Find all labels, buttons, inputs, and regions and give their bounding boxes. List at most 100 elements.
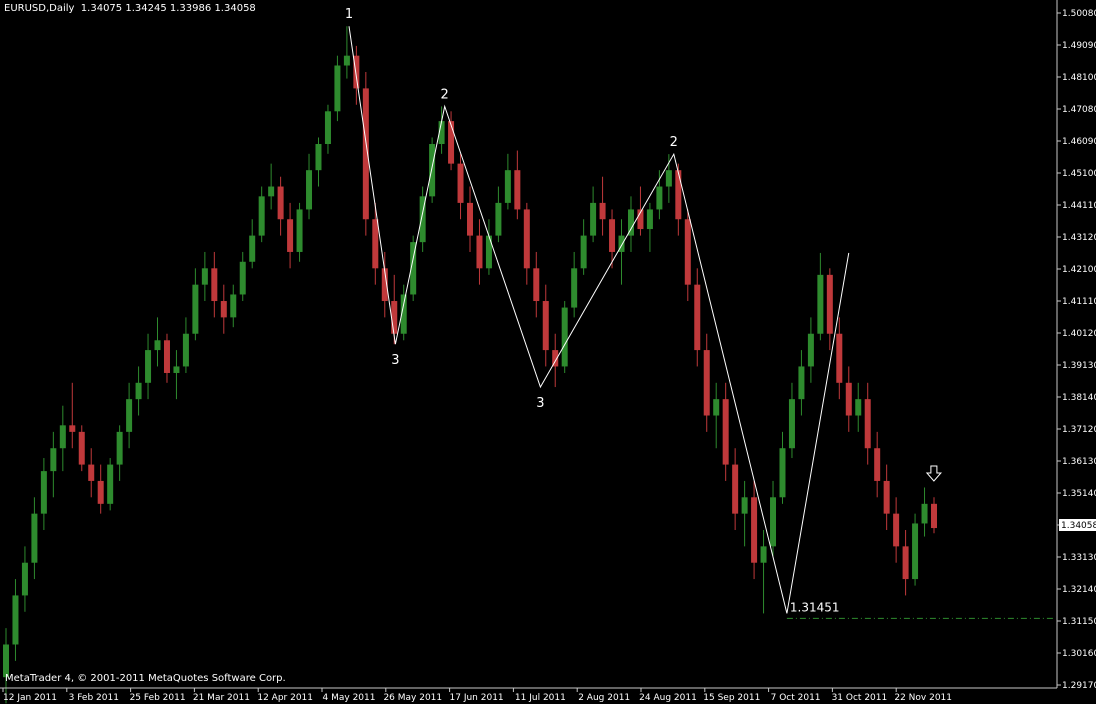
- candle-body: [533, 268, 540, 302]
- y-tick-label: 1.40120: [1062, 329, 1096, 339]
- y-tick-label: 1.30160: [1062, 649, 1096, 659]
- wave-label: 2: [670, 135, 678, 150]
- copyright-text: MetaTrader 4, © 2001-2011 MetaQuotes Sof…: [5, 673, 286, 684]
- candle-body: [268, 186, 275, 197]
- chart-header: EURUSD,Daily 1.34075 1.34245 1.33986 1.3…: [4, 3, 256, 14]
- candle-body: [590, 202, 597, 236]
- candle-body: [230, 294, 237, 318]
- y-tick-label: 1.32140: [1062, 585, 1096, 595]
- x-tick-label: 25 Feb 2011: [130, 693, 186, 703]
- candle-body: [97, 480, 104, 504]
- price-chart[interactable]: 1 3 2 3 2 1.31451 1.50080 1.49090 1.48100 1.4708…: [0, 0, 1096, 704]
- candle-body: [31, 513, 38, 563]
- candle-body: [324, 111, 331, 145]
- candle-body: [40, 471, 47, 514]
- open-value: 1.34075: [80, 3, 123, 14]
- x-tick-label: 15 Sep 2011: [703, 693, 760, 703]
- candle-body: [779, 448, 786, 498]
- candle: [419, 186, 426, 252]
- candle-body: [485, 235, 492, 269]
- candle-body: [334, 65, 341, 112]
- candle-body: [306, 170, 313, 210]
- candle-body: [154, 340, 161, 351]
- candle-body: [372, 219, 379, 269]
- candle-body: [126, 399, 133, 432]
- y-tick-label: 1.43120: [1062, 233, 1096, 243]
- candle-body: [249, 235, 256, 262]
- candle-body: [59, 425, 66, 449]
- candle-body: [495, 202, 502, 236]
- candle-body: [684, 219, 691, 285]
- y-tick-label: 1.47080: [1062, 105, 1096, 115]
- candle-body: [542, 301, 549, 351]
- candle-body: [845, 382, 852, 416]
- candle-body: [211, 268, 218, 302]
- y-tick-label: 1.31150: [1062, 617, 1096, 627]
- candle-body: [675, 170, 682, 220]
- candle-body: [855, 399, 862, 416]
- wave-label: 3: [391, 353, 399, 368]
- candle-body: [145, 350, 152, 383]
- candle-body: [722, 399, 729, 465]
- low-price-label: 1.31451: [790, 600, 840, 614]
- y-tick-label: 1.48100: [1062, 73, 1096, 83]
- x-tick-label: 17 Jun 2011: [450, 693, 504, 703]
- candle-body: [220, 301, 227, 318]
- candle-body: [239, 261, 246, 295]
- y-tick-label: 1.44110: [1062, 201, 1096, 211]
- candle-body: [457, 163, 464, 203]
- y-tick-label: 1.42100: [1062, 265, 1096, 275]
- y-tick-label: 1.41110: [1062, 297, 1096, 307]
- high-value: 1.34245: [125, 3, 167, 14]
- current-price-label: 1.34058: [1061, 521, 1096, 531]
- candle-body: [561, 307, 568, 367]
- x-tick-label: 22 Nov 2011: [894, 693, 952, 703]
- y-tick-label: 1.37120: [1062, 425, 1096, 435]
- y-tick-label: 1.38140: [1062, 393, 1096, 403]
- candle-body: [429, 144, 436, 197]
- candle-body: [21, 562, 28, 596]
- y-tick-label: 1.49090: [1062, 41, 1096, 51]
- candle-body: [476, 235, 483, 269]
- candle-body: [107, 464, 114, 504]
- x-tick-label: 7 Oct 2011: [771, 693, 821, 703]
- wave-label: 2: [441, 87, 449, 102]
- candle-body: [826, 274, 833, 334]
- candle-body: [931, 503, 937, 529]
- x-tick-label: 11 Jul 2011: [515, 693, 566, 703]
- candle: [429, 137, 436, 203]
- x-tick-label: 3 Feb 2011: [69, 693, 119, 703]
- candle-body: [874, 448, 881, 481]
- symbol-label: EURUSD,Daily: [4, 3, 75, 14]
- candle-body: [580, 235, 587, 269]
- y-tick-label: 1.33130: [1062, 553, 1096, 563]
- candle-body: [599, 202, 606, 220]
- wave-label: 1: [345, 7, 353, 22]
- candle-body: [788, 399, 795, 449]
- candle-body: [391, 301, 398, 334]
- candle-body: [713, 399, 720, 416]
- candle-body: [69, 425, 76, 432]
- y-tick-label: 1.50080: [1062, 9, 1096, 19]
- candle-body: [703, 350, 710, 416]
- candle-body: [864, 399, 871, 449]
- candle-body: [315, 144, 322, 171]
- candle-body: [741, 497, 748, 514]
- x-tick-label: 21 Mar 2011: [193, 693, 250, 703]
- x-tick-label: 24 Aug 2011: [639, 693, 697, 703]
- candle: [561, 301, 568, 373]
- candle-body: [571, 268, 578, 308]
- y-tick-label: 1.35140: [1062, 489, 1096, 499]
- candle: [78, 425, 85, 472]
- low-value: 1.33986: [169, 3, 212, 14]
- x-tick-label: 4 May 2011: [323, 693, 376, 703]
- candle-body: [817, 274, 824, 334]
- candle-body: [201, 268, 208, 285]
- candle-body: [182, 333, 189, 367]
- candle-body: [836, 333, 843, 383]
- candle-body: [760, 546, 767, 563]
- candle-body: [12, 595, 19, 645]
- candle-body: [116, 431, 123, 465]
- candle-body: [656, 186, 663, 210]
- candle-body: [296, 209, 303, 252]
